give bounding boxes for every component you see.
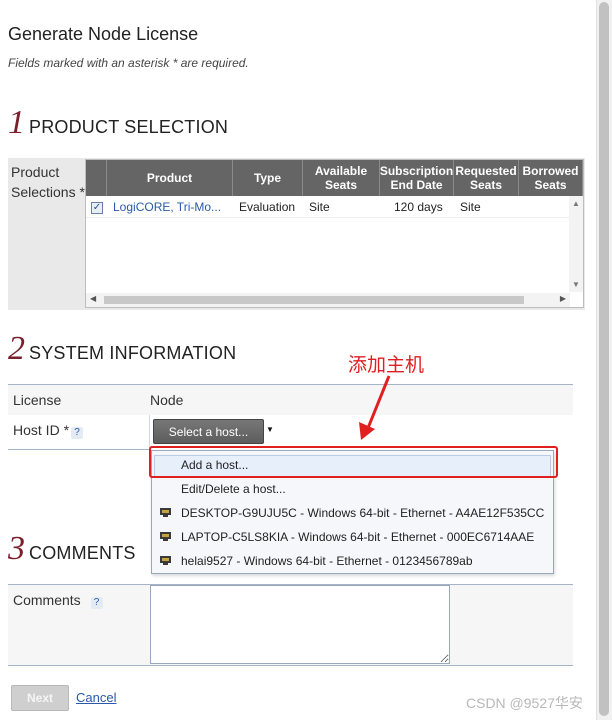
comments-input[interactable]: [150, 585, 450, 664]
license-type-value: Node: [150, 392, 184, 408]
menu-item-label: helai9527 - Windows 64-bit - Ethernet - …: [181, 554, 473, 568]
help-icon[interactable]: ?: [90, 597, 103, 609]
annotation-highlight-box: [149, 446, 558, 478]
grid-header-product[interactable]: Product: [107, 160, 233, 196]
product-selections-label: Product Selections *: [11, 164, 85, 200]
license-row: [8, 385, 573, 415]
page-scrollbar[interactable]: [596, 0, 612, 720]
scroll-up-icon[interactable]: ▲: [572, 199, 580, 208]
next-button[interactable]: Next: [11, 685, 69, 711]
product-selection-block: Product Selections * Product Type Availa…: [8, 158, 585, 310]
scroll-down-icon[interactable]: ▼: [572, 280, 580, 289]
menu-item-label: Edit/Delete a host...: [181, 482, 286, 496]
menu-item-label: DESKTOP-G9UJU5C - Windows 64-bit - Ether…: [181, 506, 545, 520]
requested-seats-cell: Site: [460, 199, 481, 214]
horizontal-scroll-thumb[interactable]: [104, 296, 524, 304]
watermark: CSDN @9527华安: [466, 695, 583, 711]
available-seats-cell: Site: [309, 199, 330, 214]
grid-header-subscription-end-date[interactable]: Subscription End Date: [380, 160, 454, 196]
grid-vertical-scrollbar[interactable]: ▲ ▼: [569, 196, 583, 292]
annotation-arrow-icon: [359, 375, 391, 440]
divider: [8, 665, 573, 666]
section-title: PRODUCT SELECTION: [29, 117, 229, 137]
section-title: COMMENTS: [29, 543, 136, 563]
product-name-link[interactable]: LogiCORE, Tri-Mo...: [107, 200, 233, 214]
section-number: 1: [8, 104, 25, 141]
cancel-link[interactable]: Cancel: [76, 690, 116, 705]
comments-header: 3 COMMENTS: [8, 530, 136, 568]
license-label: License: [13, 392, 62, 408]
host-id-label: Host ID *?: [13, 422, 84, 439]
scroll-left-icon[interactable]: ◀: [90, 294, 96, 303]
menu-item-host[interactable]: DESKTOP-G9UJU5C - Windows 64-bit - Ether…: [152, 501, 553, 525]
host-id-text: Host ID *: [13, 422, 70, 438]
system-information-header: 2 SYSTEM INFORMATION: [8, 330, 236, 368]
page-scrollbar-thumb[interactable]: [599, 2, 609, 716]
subscription-end-date-cell: 120 days: [394, 199, 443, 214]
menu-item-host[interactable]: helai9527 - Windows 64-bit - Ethernet - …: [152, 549, 553, 573]
product-type-cell: Evaluation: [239, 199, 296, 214]
table-row[interactable]: ✓ LogiCORE, Tri-Mo... Evaluation Site 12…: [86, 196, 583, 218]
grid-header-type[interactable]: Type: [233, 160, 303, 196]
grid-header-borrowed-seats[interactable]: Borrowed Seats: [519, 160, 583, 196]
product-grid: Product Type Available Seats Subscriptio…: [85, 159, 584, 308]
comments-label: Comments ?: [13, 592, 103, 609]
grid-header: Product Type Available Seats Subscriptio…: [86, 160, 583, 196]
scroll-right-icon[interactable]: ▶: [560, 294, 566, 303]
help-icon[interactable]: ?: [71, 427, 84, 439]
network-host-icon: [160, 532, 171, 541]
menu-item-host[interactable]: LAPTOP-C5LS8KIA - Windows 64-bit - Ether…: [152, 525, 553, 549]
menu-item-label: LAPTOP-C5LS8KIA - Windows 64-bit - Ether…: [181, 530, 535, 544]
network-host-icon: [160, 556, 171, 565]
page-title: Generate Node License: [8, 24, 199, 44]
divider: [8, 449, 150, 450]
product-selection-header: 1 PRODUCT SELECTION: [8, 104, 228, 142]
row-checkbox[interactable]: ✓: [91, 201, 103, 214]
chevron-down-icon[interactable]: ▼: [266, 425, 274, 434]
section-number: 3: [8, 530, 25, 567]
section-title: SYSTEM INFORMATION: [29, 343, 237, 363]
required-fields-note: Fields marked with an asterisk * are req…: [8, 56, 249, 70]
section-number: 2: [8, 330, 25, 367]
menu-item-edit-delete-host[interactable]: Edit/Delete a host...: [152, 477, 553, 501]
network-host-icon: [160, 508, 171, 517]
comments-text: Comments: [13, 592, 81, 608]
grid-header-select: [86, 160, 107, 196]
grid-horizontal-scrollbar[interactable]: ◀ ▶: [86, 293, 570, 307]
select-host-button[interactable]: Select a host...: [153, 419, 264, 444]
grid-header-requested-seats[interactable]: Requested Seats: [454, 160, 519, 196]
grid-header-available-seats[interactable]: Available Seats: [303, 160, 380, 196]
